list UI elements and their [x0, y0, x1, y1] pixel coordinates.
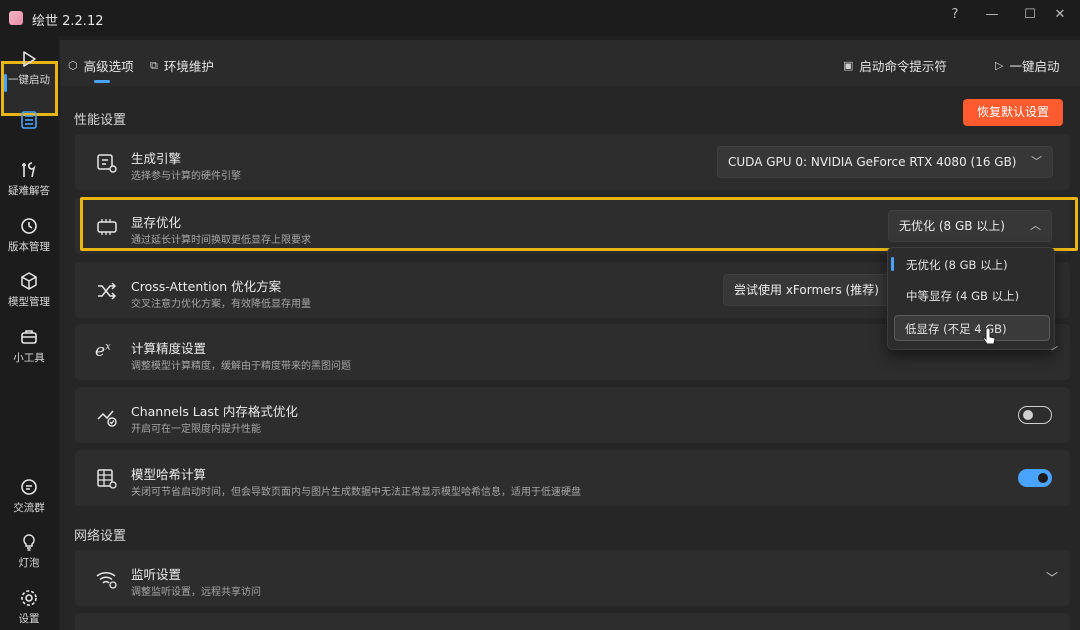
- tools-icon: [22, 162, 36, 178]
- expand-chevron-icon[interactable]: ﹀: [1046, 569, 1058, 586]
- setting-engine: 生成引擎 选择参与计算的硬件引擎 CUDA GPU 0: NVIDIA GeFo…: [75, 134, 1070, 190]
- box-icon: [21, 272, 37, 290]
- terminal-icon: ▣: [843, 59, 854, 72]
- setting-desc: 选择参与计算的硬件引擎: [131, 171, 241, 182]
- setting-title: 生成引擎: [131, 151, 182, 166]
- cpu-gear-icon: [97, 154, 117, 173]
- dropdown-option[interactable]: 无优化 (8 GB 以上): [896, 252, 1048, 278]
- trend-check-icon: [97, 410, 117, 427]
- toggle-knob: [1038, 473, 1048, 483]
- cross-attention-select-value: 尝试使用 xFormers (推荐): [734, 283, 879, 297]
- title-bar: 绘世 2.2.12 ? — ☐ ✕: [0, 0, 1080, 36]
- setting-desc: 关闭可节省启动时间，但会导致页面内与图片生成数据中无法正常显示模型哈希信息，适用…: [131, 487, 581, 498]
- sidebar-item-versions[interactable]: 版本管理: [0, 217, 58, 254]
- setting-desc: 调整模型计算精度，缓解由于精度带来的黑图问题: [131, 361, 351, 372]
- history-icon: [21, 218, 37, 234]
- sidebar-item-troubleshoot[interactable]: 疑难解答: [0, 161, 58, 198]
- dropdown-option[interactable]: 中等显存 (4 GB 以上): [896, 283, 1048, 309]
- cross-attention-select[interactable]: 尝试使用 xFormers (推荐): [723, 274, 893, 306]
- setting-model-hash: 模型哈希计算 关闭可节省启动时间，但会导致页面内与图片生成数据中无法正常显示模型…: [75, 450, 1070, 506]
- model-hash-toggle[interactable]: [1018, 469, 1052, 487]
- sidebar-item-settings[interactable]: 设置: [0, 589, 58, 626]
- close-button[interactable]: ✕: [1046, 4, 1074, 26]
- section-title-network: 网络设置: [74, 529, 127, 544]
- setting-desc: 开启可在一定限度内提升性能: [131, 424, 261, 435]
- wifi-gear-icon: [96, 572, 117, 589]
- maximize-button[interactable]: ☐: [1016, 4, 1044, 26]
- list-settings-icon: [21, 111, 37, 129]
- tab-advanced[interactable]: ⬡ 高级选项: [68, 56, 134, 75]
- sidebar-item-launch[interactable]: 一键启动: [0, 50, 58, 87]
- tab-active-indicator: [94, 80, 110, 83]
- dropdown-selected-indicator: [891, 257, 894, 271]
- dropdown-option-label: 中等显存 (4 GB 以上): [906, 289, 1020, 303]
- sidebar-item-label: 疑难解答: [8, 185, 50, 197]
- chevron-down-icon: ﹀: [1031, 155, 1042, 168]
- setting-title: Channels Last 内存格式优化: [131, 404, 298, 419]
- sidebar-item-community[interactable]: 交流群: [0, 478, 58, 515]
- package-icon: ⧉: [150, 58, 158, 72]
- setting-title: 模型哈希计算: [131, 467, 207, 482]
- launch-button[interactable]: ▷ 一键启动: [995, 56, 1059, 75]
- sidebar-item-models[interactable]: 模型管理: [0, 272, 58, 309]
- toggle-knob: [1023, 409, 1033, 420]
- engine-select[interactable]: CUDA GPU 0: NVIDIA GeForce RTX 4080 (16 …: [717, 146, 1053, 178]
- tab-environment[interactable]: ⧉ 环境维护: [150, 56, 214, 75]
- exponent-icon: ex: [95, 341, 111, 361]
- setting-title: 计算精度设置: [131, 341, 207, 356]
- sidebar-item-bulb[interactable]: 灯泡: [0, 533, 58, 570]
- launch-label: 一键启动: [1009, 59, 1060, 74]
- channels-last-toggle[interactable]: [1018, 406, 1052, 424]
- cube-icon: ⬡: [68, 59, 78, 72]
- setting-next-partial: [75, 613, 1070, 630]
- minimize-button[interactable]: —: [978, 4, 1006, 26]
- reset-defaults-button[interactable]: 恢复默认设置: [963, 99, 1063, 126]
- setting-listen: 监听设置 调整监听设置，远程共享访问 ﹀: [75, 550, 1070, 606]
- play-icon: ▷: [995, 59, 1004, 72]
- dropdown-option-label: 无优化 (8 GB 以上): [906, 258, 1008, 272]
- section-title-performance: 性能设置: [74, 113, 127, 128]
- vram-dropdown-menu: 无优化 (8 GB 以上) 中等显存 (4 GB 以上) 低显存 (不足 4 G…: [887, 247, 1055, 350]
- table-gear-icon: [97, 469, 117, 489]
- toolbox-icon: [21, 330, 37, 344]
- sidebar-item-label: 灯泡: [18, 557, 40, 569]
- sidebar-item-label: 模型管理: [8, 296, 50, 308]
- setting-desc: 调整监听设置，远程共享访问: [131, 587, 261, 598]
- sidebar-item-advanced[interactable]: [0, 110, 58, 130]
- sidebar-item-label: 小工具: [13, 352, 45, 364]
- engine-select-value: CUDA GPU 0: NVIDIA GeForce RTX 4080 (16 …: [728, 155, 1017, 169]
- sidebar-item-label: 版本管理: [8, 241, 50, 253]
- tab-bar: ⬡ 高级选项 ⧉ 环境维护 ▣ 启动命令提示符 ▷ 一键启动: [60, 40, 1080, 86]
- chat-icon: [21, 479, 37, 495]
- app-logo-icon: [9, 11, 23, 25]
- help-button[interactable]: ?: [941, 4, 969, 26]
- mouse-cursor-icon: [982, 328, 996, 345]
- dropdown-option[interactable]: 低显存 (不足 4 GB): [894, 315, 1050, 341]
- sidebar-item-label: 一键启动: [8, 74, 50, 86]
- sidebar-item-label: 交流群: [13, 502, 45, 514]
- tab-label: 高级选项: [83, 59, 134, 74]
- console-button[interactable]: ▣ 启动命令提示符: [843, 56, 947, 75]
- lightbulb-icon: [23, 534, 35, 551]
- console-label: 启动命令提示符: [859, 59, 947, 74]
- shuffle-icon: [98, 282, 117, 300]
- setting-channels-last: Channels Last 内存格式优化 开启可在一定限度内提升性能: [75, 387, 1070, 443]
- play-icon: [23, 51, 36, 67]
- setting-desc: 交叉注意力优化方案，有效降低显存用量: [131, 299, 311, 310]
- tab-label: 环境维护: [163, 59, 214, 74]
- setting-title: 监听设置: [131, 567, 182, 582]
- app-title: 绘世 2.2.12: [32, 14, 104, 29]
- sidebar-item-label: 设置: [18, 613, 40, 625]
- gear-icon: [21, 590, 37, 606]
- setting-title: Cross-Attention 优化方案: [131, 279, 282, 294]
- sidebar-item-tools[interactable]: 小工具: [0, 328, 58, 365]
- annotation-highlight-box: [80, 197, 1078, 251]
